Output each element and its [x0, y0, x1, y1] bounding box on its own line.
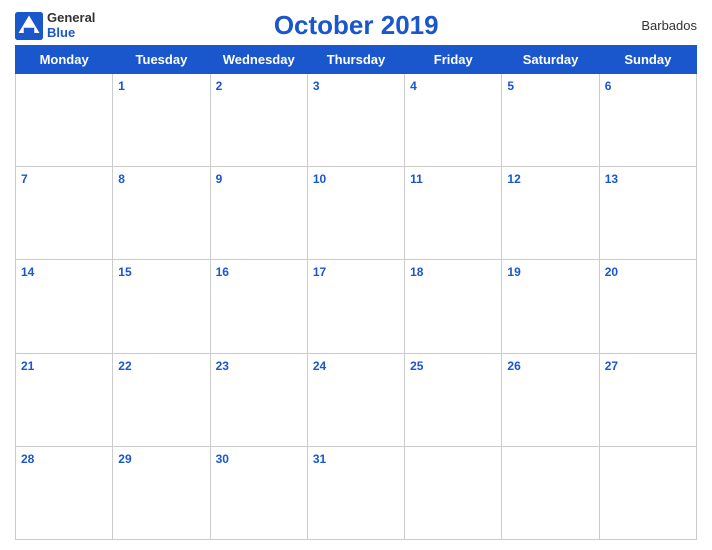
- day-number: 25: [410, 359, 423, 373]
- day-number: 10: [313, 172, 326, 186]
- calendar-cell: 3: [307, 74, 404, 167]
- calendar-cell: 27: [599, 353, 696, 446]
- day-number: 21: [21, 359, 34, 373]
- day-number: 14: [21, 265, 34, 279]
- calendar-cell: 20: [599, 260, 696, 353]
- header-saturday: Saturday: [502, 46, 599, 74]
- header-thursday: Thursday: [307, 46, 404, 74]
- day-number: 5: [507, 79, 514, 93]
- calendar-cell: 23: [210, 353, 307, 446]
- calendar-cell: 16: [210, 260, 307, 353]
- calendar-table: Monday Tuesday Wednesday Thursday Friday…: [15, 45, 697, 540]
- day-number: 24: [313, 359, 326, 373]
- calendar-cell: 12: [502, 167, 599, 260]
- day-number: 31: [313, 452, 326, 466]
- calendar-cell: [405, 446, 502, 539]
- calendar-cell: [502, 446, 599, 539]
- day-number: 22: [118, 359, 131, 373]
- calendar-cell: 17: [307, 260, 404, 353]
- calendar-cell: 15: [113, 260, 210, 353]
- calendar-header: General Blue October 2019 Barbados: [15, 10, 697, 41]
- day-number: 19: [507, 265, 520, 279]
- week-row: 21 22 23 24 25 26 27: [16, 353, 697, 446]
- day-number: 7: [21, 172, 28, 186]
- day-number: 29: [118, 452, 131, 466]
- calendar-cell: 30: [210, 446, 307, 539]
- calendar-cell: 10: [307, 167, 404, 260]
- day-number: 17: [313, 265, 326, 279]
- header-tuesday: Tuesday: [113, 46, 210, 74]
- day-number: 8: [118, 172, 125, 186]
- calendar-cell: 21: [16, 353, 113, 446]
- calendar-cell: 26: [502, 353, 599, 446]
- calendar-cell: 25: [405, 353, 502, 446]
- day-number: 11: [410, 172, 423, 186]
- week-row: 28 29 30 31: [16, 446, 697, 539]
- calendar-cell: 6: [599, 74, 696, 167]
- day-number: 23: [216, 359, 229, 373]
- calendar-cell: 5: [502, 74, 599, 167]
- day-number: 30: [216, 452, 229, 466]
- calendar-cell: 19: [502, 260, 599, 353]
- calendar-body: 1234567891011121314151617181920212223242…: [16, 74, 697, 540]
- day-number: 3: [313, 79, 320, 93]
- day-number: 4: [410, 79, 417, 93]
- day-number: 1: [118, 79, 125, 93]
- day-number: 26: [507, 359, 520, 373]
- calendar-cell: 28: [16, 446, 113, 539]
- calendar-cell: 8: [113, 167, 210, 260]
- country-label: Barbados: [617, 18, 697, 33]
- calendar-cell: 31: [307, 446, 404, 539]
- day-number: 20: [605, 265, 618, 279]
- header-monday: Monday: [16, 46, 113, 74]
- day-number: 9: [216, 172, 223, 186]
- day-number: 13: [605, 172, 618, 186]
- logo-text: General Blue: [47, 11, 95, 40]
- week-row: 14 15 16 17 18 19 20: [16, 260, 697, 353]
- calendar-cell: 4: [405, 74, 502, 167]
- day-number: 2: [216, 79, 223, 93]
- calendar-cell: 22: [113, 353, 210, 446]
- calendar-cell: 14: [16, 260, 113, 353]
- calendar-cell: 13: [599, 167, 696, 260]
- calendar-cell: 24: [307, 353, 404, 446]
- header-friday: Friday: [405, 46, 502, 74]
- week-row: 1 2 3 4 5 6: [16, 74, 697, 167]
- month-title: October 2019: [95, 10, 617, 41]
- calendar-cell: [599, 446, 696, 539]
- header-sunday: Sunday: [599, 46, 696, 74]
- calendar-cell: 9: [210, 167, 307, 260]
- day-number: 27: [605, 359, 618, 373]
- day-number: 28: [21, 452, 34, 466]
- day-number: 15: [118, 265, 131, 279]
- generalblue-logo-icon: [15, 12, 43, 40]
- day-number: 12: [507, 172, 520, 186]
- calendar-cell: 2: [210, 74, 307, 167]
- days-header-row: Monday Tuesday Wednesday Thursday Friday…: [16, 46, 697, 74]
- calendar-cell: 7: [16, 167, 113, 260]
- calendar-cell: 18: [405, 260, 502, 353]
- logo-area: General Blue: [15, 11, 95, 40]
- calendar-cell: 1: [113, 74, 210, 167]
- calendar-cell: [16, 74, 113, 167]
- week-row: 7 8 9 10 11 12 13: [16, 167, 697, 260]
- calendar-cell: 29: [113, 446, 210, 539]
- header-wednesday: Wednesday: [210, 46, 307, 74]
- day-number: 16: [216, 265, 229, 279]
- day-number: 18: [410, 265, 423, 279]
- calendar-cell: 11: [405, 167, 502, 260]
- day-number: 6: [605, 79, 612, 93]
